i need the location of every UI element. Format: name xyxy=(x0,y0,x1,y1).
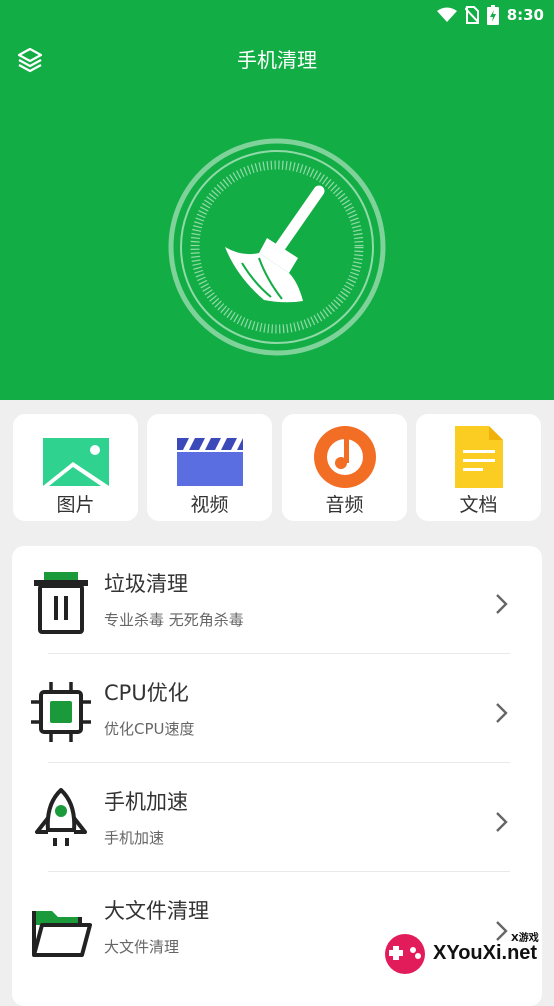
chevron-right-icon xyxy=(496,703,508,723)
page-title: 手机清理 xyxy=(237,48,317,72)
feature-subtitle: 优化CPU速度 xyxy=(104,720,195,738)
status-bar: 8:30 xyxy=(436,4,544,26)
trash-icon xyxy=(34,572,88,634)
music-icon xyxy=(313,426,376,488)
quick-videos-label: 视频 xyxy=(190,494,229,516)
feature-subtitle: 大文件清理 xyxy=(104,938,180,956)
gamepad-logo-icon xyxy=(385,934,425,974)
feature-title: 垃圾清理 xyxy=(104,572,188,596)
feature-cpu-optimize[interactable]: CPU优化 优化CPU速度 xyxy=(12,655,542,763)
quick-videos[interactable]: 视频 xyxy=(147,414,272,521)
chevron-right-icon xyxy=(496,594,508,614)
image-icon xyxy=(42,438,109,486)
feature-subtitle: 手机加速 xyxy=(104,829,165,847)
feature-phone-boost[interactable]: 手机加速 手机加速 xyxy=(12,764,542,872)
quick-documents[interactable]: 文档 xyxy=(416,414,541,521)
feature-junk-clean[interactable]: 垃圾清理 专业杀毒 无死角杀毒 xyxy=(12,546,542,654)
no-sim-icon xyxy=(464,6,479,24)
quick-audio[interactable]: 音频 xyxy=(282,414,407,521)
status-time: 8:30 xyxy=(506,6,544,24)
feature-title: CPU优化 xyxy=(104,681,189,705)
battery-charging-icon xyxy=(486,5,499,25)
quick-images[interactable]: 图片 xyxy=(13,414,138,521)
broom-icon xyxy=(225,185,325,303)
clapperboard-icon xyxy=(176,438,243,486)
feature-subtitle: 专业杀毒 无死角杀毒 xyxy=(104,611,244,629)
watermark: X游戏 XYouXi.net xyxy=(381,928,551,978)
divider xyxy=(48,762,510,763)
divider xyxy=(48,871,510,872)
folder-icon xyxy=(32,911,92,957)
wifi-icon xyxy=(436,7,457,22)
watermark-text: XYouXi.net xyxy=(433,942,538,964)
header: 8:30 手机清理 xyxy=(0,0,554,400)
rocket-icon xyxy=(35,788,87,846)
cpu-chip-icon xyxy=(31,682,91,742)
divider xyxy=(48,653,510,654)
clean-button[interactable] xyxy=(167,137,387,357)
chevron-right-icon xyxy=(496,812,508,832)
quick-audio-label: 音频 xyxy=(325,494,364,516)
quick-documents-label: 文档 xyxy=(459,494,498,516)
quick-images-label: 图片 xyxy=(56,494,95,516)
document-icon xyxy=(454,426,503,488)
feature-title: 手机加速 xyxy=(104,790,188,814)
feature-title: 大文件清理 xyxy=(104,899,209,923)
